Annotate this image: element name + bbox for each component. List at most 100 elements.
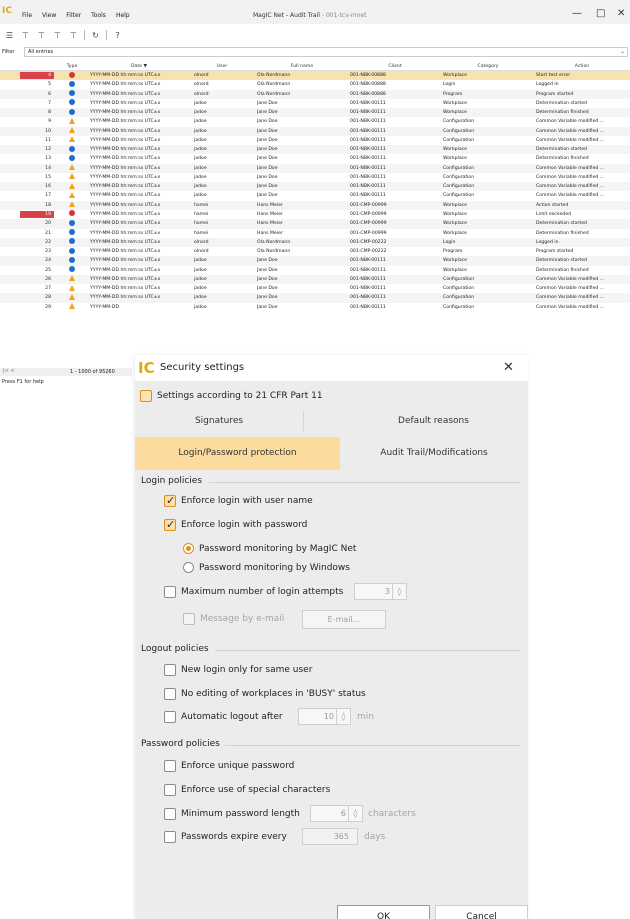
close-icon[interactable]: ✕	[503, 360, 514, 375]
spinner-icon[interactable]: ◊	[348, 806, 362, 821]
enforce-password-option[interactable]: Enforce login with password	[164, 518, 307, 531]
category-cell: Configuration	[443, 137, 475, 143]
window-close-icon[interactable]: ✕	[617, 8, 625, 19]
new-login-same-user-option[interactable]: New login only for same user	[164, 664, 312, 676]
expire-input[interactable]: 365	[302, 828, 358, 845]
table-row[interactable]: 25 YYYY-MM-DD hh:mm:ss UTC±x jadoe Jane Doe…	[0, 266, 630, 275]
spinner-icon[interactable]: ◊	[336, 709, 350, 724]
auto-logout-option[interactable]: Automatic logout after	[164, 711, 283, 723]
help-icon[interactable]: ?	[112, 30, 123, 41]
table-row[interactable]: 16 YYYY-MM-DD hh:mm:ss UTC±x jadoe Jane Doe…	[0, 182, 630, 192]
no-editing-busy-checkbox[interactable]	[164, 688, 176, 700]
table-row[interactable]: 9 YYYY-MM-DD hh:mm:ss UTC±x jadoe Jane Doe 0…	[0, 117, 630, 126]
table-row[interactable]: 10 YYYY-MM-DD hh:mm:ss UTC±x jadoe Jane Doe…	[0, 126, 630, 136]
col-date[interactable]: Date ▼	[90, 62, 188, 71]
expire-option[interactable]: Passwords expire every	[164, 831, 287, 843]
table-row[interactable]: 7 YYYY-MM-DD hh:mm:ss UTC±x jadoe Jane Doe 0…	[0, 99, 630, 108]
enforce-user-checkbox[interactable]	[164, 494, 176, 507]
filter-select[interactable]: All entries ⌄	[24, 47, 628, 57]
table-row[interactable]: 19 YYYY-MM-DD hh:mm:ss UTC±x hamei Hans Mei…	[0, 210, 630, 219]
tab-audit-trail[interactable]: Audit Trail/Modifications	[340, 437, 528, 470]
min-length-checkbox[interactable]	[164, 808, 176, 820]
table-row[interactable]: 4 YYYY-MM-DD hh:mm:ss UTC±x olnord Ola Nord…	[0, 71, 630, 81]
table-row[interactable]: 5 YYYY-MM-DD hh:mm:ss UTC±x olnord Ola Nord…	[0, 80, 630, 89]
chevron-down-icon[interactable]: ⌄	[620, 48, 625, 56]
unique-password-option[interactable]: Enforce unique password	[164, 760, 294, 772]
menu-help[interactable]: Help	[116, 12, 130, 19]
table-row[interactable]: 27 YYYY-MM-DD hh:mm:ss UTC±x jadoe Jane Doe…	[0, 284, 630, 293]
enforce-user-option[interactable]: Enforce login with user name	[164, 494, 313, 507]
table-row[interactable]: 8 YYYY-MM-DD hh:mm:ss UTC±x jadoe Jane Doe 0…	[0, 108, 630, 118]
col-category[interactable]: Category	[443, 62, 533, 71]
maximize-icon[interactable]: □	[596, 8, 605, 19]
enforce-password-checkbox[interactable]	[164, 518, 176, 531]
col-type[interactable]: Type	[56, 62, 88, 71]
refresh-icon[interactable]: ↻	[90, 30, 101, 41]
scroll-arrows[interactable]: |< <	[3, 368, 15, 374]
table-row[interactable]: 14 YYYY-MM-DD hh:mm:ss UTC±x jadoe Jane Doe…	[0, 163, 630, 173]
table-body: 4 YYYY-MM-DD hh:mm:ss UTC±x olnord Ola Nord…	[0, 71, 630, 312]
min-length-stepper[interactable]: 6 ◊	[310, 805, 363, 822]
max-attempts-checkbox[interactable]	[164, 586, 176, 598]
table-row[interactable]: 28 YYYY-MM-DD hh:mm:ss UTC±x jadoe Jane Doe…	[0, 293, 630, 303]
new-login-same-user-checkbox[interactable]	[164, 664, 176, 676]
minimize-icon[interactable]: —	[572, 8, 582, 19]
row-number: 26	[45, 276, 51, 282]
monitor-windows-radio[interactable]	[183, 562, 194, 573]
monitor-magic-option[interactable]: Password monitoring by MagIC Net	[183, 543, 356, 554]
table-row[interactable]: 21 YYYY-MM-DD hh:mm:ss UTC±x hamei Hans Mei…	[0, 229, 630, 238]
table-row[interactable]: 15 YYYY-MM-DD hh:mm:ss UTC±x jadoe Jane Doe…	[0, 173, 630, 182]
min-length-unit: characters	[368, 809, 416, 819]
menu-view[interactable]: View	[42, 12, 56, 19]
max-attempts-stepper[interactable]: 3 ◊	[354, 583, 407, 600]
table-row[interactable]: 29 YYYY-MM-DD jadoe Jane Doe 001-NBK-00111 Co…	[0, 303, 630, 312]
filter-edit-icon[interactable]: ⊤	[36, 30, 47, 41]
tab-login-password[interactable]: Login/Password protection	[135, 437, 340, 470]
no-editing-busy-option[interactable]: No editing of workplaces in 'BUSY' statu…	[164, 688, 366, 700]
monitor-windows-option[interactable]: Password monitoring by Windows	[183, 562, 350, 573]
email-button[interactable]: E-mail...	[302, 610, 386, 629]
cfr-part11-option[interactable]: Settings according to 21 CFR Part 11	[140, 390, 323, 402]
table-row[interactable]: 22 YYYY-MM-DD hh:mm:ss UTC±x olnord Ola Nor…	[0, 237, 630, 248]
monitor-magic-radio[interactable]	[183, 543, 194, 554]
filter-icon[interactable]: ⊤	[20, 30, 31, 41]
type-cell	[56, 303, 88, 312]
special-chars-checkbox[interactable]	[164, 784, 176, 796]
spinner-icon[interactable]: ◊	[392, 584, 406, 599]
col-user[interactable]: User	[194, 62, 250, 71]
tab-signatures[interactable]: Signatures	[135, 405, 303, 438]
cfr-part11-checkbox[interactable]	[140, 390, 152, 402]
auto-logout-checkbox[interactable]	[164, 711, 176, 723]
table-row[interactable]: 12 YYYY-MM-DD hh:mm:ss UTC±x jadoe Jane Doe…	[0, 145, 630, 155]
list-view-icon[interactable]: ☰	[4, 30, 15, 41]
table-row[interactable]: 26 YYYY-MM-DD hh:mm:ss UTC±x jadoe Jane Doe…	[0, 274, 630, 285]
menu-filter[interactable]: Filter	[66, 12, 81, 19]
table-row[interactable]: 17 YYYY-MM-DD hh:mm:ss UTC±x jadoe Jane Doe…	[0, 191, 630, 200]
table-row[interactable]: 18 YYYY-MM-DD hh:mm:ss UTC±x hamei Hans Mei…	[0, 200, 630, 210]
cancel-button[interactable]: Cancel	[435, 905, 528, 919]
ok-button[interactable]: OK	[337, 905, 430, 919]
col-action[interactable]: Action	[536, 62, 628, 71]
date-cell: YYYY-MM-DD hh:mm:ss UTC±x	[90, 91, 161, 97]
message-email-checkbox[interactable]	[183, 613, 195, 625]
filter-add-icon[interactable]: ⊤	[52, 30, 63, 41]
special-chars-option[interactable]: Enforce use of special characters	[164, 784, 330, 796]
tab-default-reasons[interactable]: Default reasons	[339, 405, 528, 438]
filter-remove-icon[interactable]: ⊤	[68, 30, 79, 41]
table-row[interactable]: 6 YYYY-MM-DD hh:mm:ss UTC±x olnord Ola Nord…	[0, 89, 630, 99]
message-email-option[interactable]: Message by e-mail	[183, 613, 284, 625]
col-full-name[interactable]: Full name	[257, 62, 347, 71]
table-row[interactable]: 13 YYYY-MM-DD hh:mm:ss UTC±x jadoe Jane Doe…	[0, 154, 630, 163]
table-row[interactable]: 20 YYYY-MM-DD hh:mm:ss UTC±x hamei Hans Mei…	[0, 219, 630, 229]
col-client[interactable]: Client	[350, 62, 440, 71]
table-row[interactable]: 24 YYYY-MM-DD hh:mm:ss UTC±x jadoe Jane Doe…	[0, 256, 630, 266]
table-row[interactable]: 23 YYYY-MM-DD hh:mm:ss UTC±x olnord Ola Nor…	[0, 247, 630, 256]
max-attempts-option[interactable]: Maximum number of login attempts	[164, 586, 343, 598]
table-row[interactable]: 11 YYYY-MM-DD hh:mm:ss UTC±x jadoe Jane Doe…	[0, 136, 630, 145]
expire-checkbox[interactable]	[164, 831, 176, 843]
min-length-option[interactable]: Minimum password length	[164, 808, 300, 820]
unique-password-checkbox[interactable]	[164, 760, 176, 772]
menu-file[interactable]: File	[22, 12, 32, 19]
menu-tools[interactable]: Tools	[91, 12, 106, 19]
auto-logout-stepper[interactable]: 10 ◊	[298, 708, 351, 725]
